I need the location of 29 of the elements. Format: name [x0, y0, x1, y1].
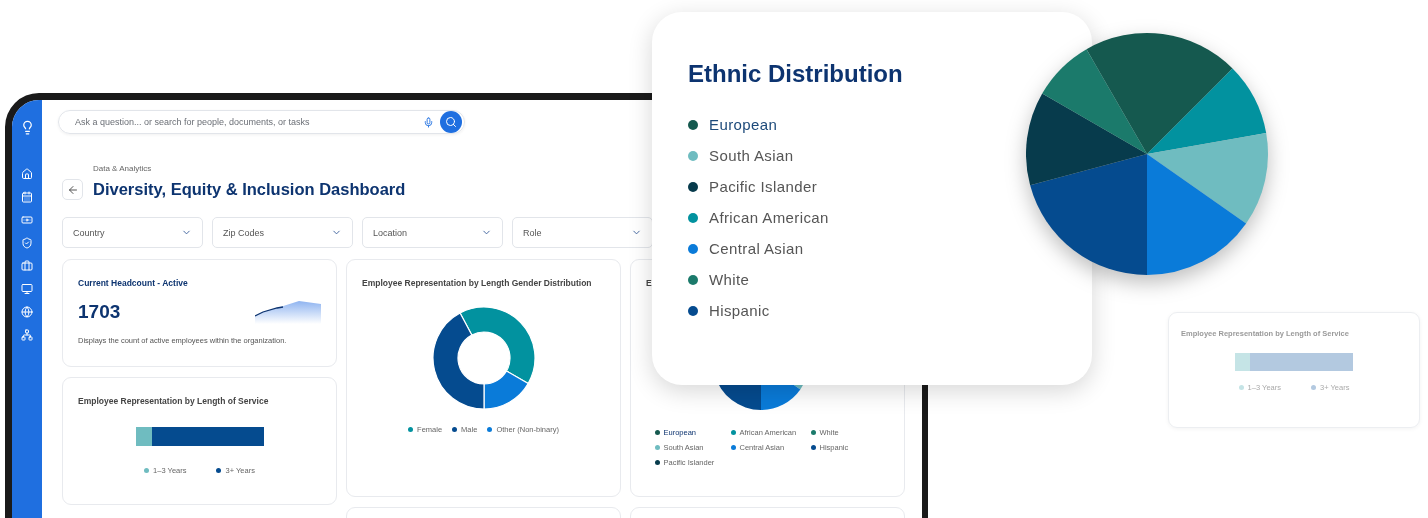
monitor-icon[interactable]: [21, 283, 33, 295]
globe-icon[interactable]: [21, 306, 33, 318]
legend-item: Central Asian: [688, 240, 1056, 257]
search-button[interactable]: [440, 111, 462, 133]
card-title: E: [646, 277, 652, 290]
filter-dropdown[interactable]: Zip Codes: [212, 217, 353, 248]
home-icon[interactable]: [21, 168, 33, 180]
search-icon: [445, 116, 457, 128]
shield-icon[interactable]: [21, 237, 33, 249]
card-title: Employee Representation by Length of Service: [78, 395, 269, 408]
search-field[interactable]: Ask a question... or search for people, documents, or tasks: [73, 116, 417, 128]
org-chart-icon[interactable]: [21, 329, 33, 341]
headcount-value: 1703: [78, 301, 121, 323]
filter-dropdown[interactable]: Role: [512, 217, 653, 248]
card-title: Ethnic Distribution: [688, 60, 904, 88]
arrow-left-icon: [66, 183, 79, 196]
breadcrumb[interactable]: Data & Analytics: [93, 164, 152, 173]
page-title: Diversity, Equity & Inclusion Dashboard: [93, 180, 406, 199]
filter-dropdown[interactable]: Country: [62, 217, 203, 248]
card-title: Current Headcount - Active: [78, 277, 188, 290]
calendar-icon[interactable]: [21, 191, 33, 203]
microphone-icon[interactable]: [423, 116, 434, 128]
briefcase-icon[interactable]: [21, 260, 33, 272]
sparkline: [255, 300, 321, 324]
card-title: Employee Representation by Length Gender Distribution: [362, 277, 592, 290]
banknote-icon[interactable]: [21, 214, 33, 226]
legend-item: Hispanic: [688, 302, 1056, 319]
filter-dropdown[interactable]: Location: [362, 217, 503, 248]
legend-item: White: [688, 271, 1056, 288]
